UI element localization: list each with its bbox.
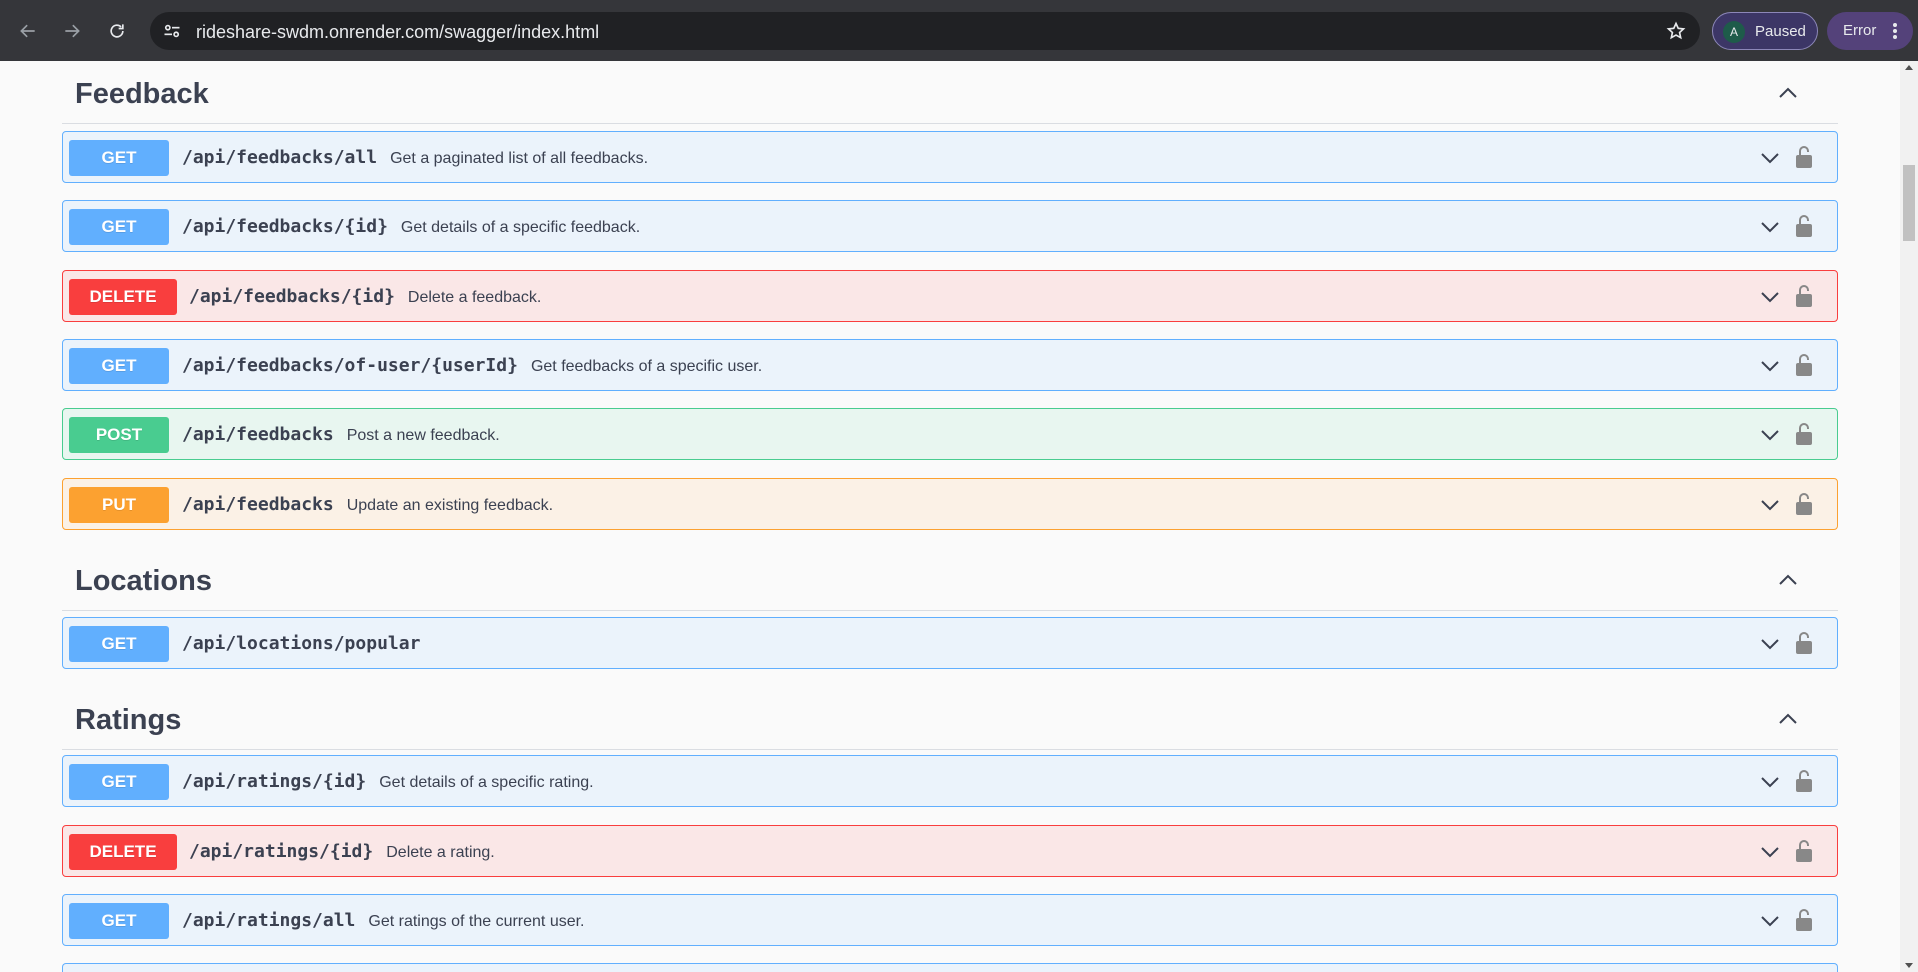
operation-summary: Get ratings of the current user. [368,913,585,930]
operation-summary: Get a paginated list of all feedbacks. [390,150,649,167]
reload-icon[interactable] [103,17,131,45]
operation-summary: Delete a feedback. [407,289,542,306]
operation-get-rating-by-id[interactable]: GET /api/ratings/{id} Get details of a s… [62,755,1838,807]
browser-toolbar: rideshare-swdm.onrender.com/swagger/inde… [0,0,1918,61]
operation-path: /api/ratings/{id} [189,841,374,862]
avatar: A [1723,21,1745,43]
operation-path: /api/feedbacks/{id} [189,286,395,307]
scroll-down-arrow[interactable] [1905,963,1913,968]
method-badge: GET [69,903,169,939]
operation-path: /api/feedbacks/all [182,147,378,168]
lock-icon[interactable] [1794,421,1814,447]
operation-path: /api/feedbacks/{id} [182,216,388,237]
lock-icon[interactable] [1794,491,1814,517]
section-header-feedback[interactable]: Feedback [62,61,1838,124]
lock-icon[interactable] [1794,213,1814,239]
operation-path: /api/feedbacks/of-user/{userId} [182,355,518,376]
chevron-down-icon[interactable] [1758,909,1782,933]
operation-path: /api/feedbacks [182,494,334,515]
chevron-up-icon[interactable] [1776,707,1800,731]
method-badge: GET [69,209,169,245]
method-badge: GET [69,140,169,176]
lock-icon[interactable] [1794,283,1814,309]
operation-summary: Update an existing feedback. [346,497,554,514]
operation-get-feedbacks-of-user[interactable]: GET /api/feedbacks/of-user/{userId} Get … [62,339,1838,391]
method-badge: POST [69,417,169,453]
scrollbar-thumb[interactable] [1903,165,1915,241]
chevron-up-icon[interactable] [1776,81,1800,105]
page-scrollbar[interactable] [1900,61,1918,972]
error-menu-button[interactable]: Error [1827,12,1913,50]
lock-icon[interactable] [1794,630,1814,656]
operation-get-feedback-by-id[interactable]: GET /api/feedbacks/{id} Get details of a… [62,200,1838,252]
method-badge: DELETE [69,279,177,315]
operation-path: /api/locations/popular [182,633,421,654]
operation-delete-feedback[interactable]: DELETE /api/feedbacks/{id} Delete a feed… [62,270,1838,322]
forward-icon[interactable] [58,17,86,45]
section-header-ratings[interactable]: Ratings [62,686,1838,750]
operation-summary: Get feedbacks of a specific user. [530,358,763,375]
site-info-icon[interactable] [162,21,182,41]
method-badge: GET [69,626,169,662]
operation-summary: Get details of a specific feedback. [400,219,641,236]
lock-icon[interactable] [1794,144,1814,170]
chevron-down-icon[interactable] [1758,840,1782,864]
method-badge: DELETE [69,834,177,870]
section-header-locations[interactable]: Locations [62,547,1838,611]
operation-delete-rating[interactable]: DELETE /api/ratings/{id} Delete a rating… [62,825,1838,877]
method-badge: GET [69,348,169,384]
chevron-down-icon[interactable] [1758,285,1782,309]
bookmark-star-icon[interactable] [1666,21,1686,41]
chevron-up-icon[interactable] [1776,568,1800,592]
operation-get-locations-popular[interactable]: GET /api/locations/popular [62,617,1838,669]
operation-put-feedback[interactable]: PUT /api/feedbacks Update an existing fe… [62,478,1838,530]
lock-icon[interactable] [1794,838,1814,864]
operation-path: /api/feedbacks [182,424,334,445]
profile-button[interactable]: A Paused [1712,12,1818,50]
lock-icon[interactable] [1794,907,1814,933]
lock-icon[interactable] [1794,768,1814,794]
section-title: Feedback [75,78,209,110]
chevron-down-icon[interactable] [1758,146,1782,170]
method-badge: PUT [69,487,169,523]
profile-status: Paused [1755,23,1806,40]
chevron-down-icon[interactable] [1758,632,1782,656]
scroll-up-arrow[interactable] [1905,65,1913,70]
operation-summary: Post a new feedback. [346,427,500,444]
operation-get-ratings-all[interactable]: GET /api/ratings/all Get ratings of the … [62,894,1838,946]
back-icon[interactable] [14,17,42,45]
chevron-down-icon[interactable] [1758,770,1782,794]
swagger-content: Feedback GET /api/feedbacks/all Get a pa… [0,61,1900,972]
section-title: Locations [75,565,212,597]
chevron-down-icon[interactable] [1758,493,1782,517]
operation-summary: Get details of a specific rating. [379,774,594,791]
chevron-down-icon[interactable] [1758,423,1782,447]
lock-icon[interactable] [1794,352,1814,378]
operation-get-feedbacks-all[interactable]: GET /api/feedbacks/all Get a paginated l… [62,131,1838,183]
section-title: Ratings [75,704,182,736]
error-label: Error [1843,22,1877,39]
operation-summary: Delete a rating. [386,844,495,861]
chevron-down-icon[interactable] [1758,215,1782,239]
kebab-menu-icon [1893,23,1897,39]
operation-path: /api/ratings/{id} [182,771,367,792]
method-badge: GET [69,764,169,800]
operation-post-feedback[interactable]: POST /api/feedbacks Post a new feedback. [62,408,1838,460]
address-bar[interactable]: rideshare-swdm.onrender.com/swagger/inde… [150,12,1700,50]
url-text[interactable]: rideshare-swdm.onrender.com/swagger/inde… [196,22,599,43]
operation-path: /api/ratings/all [182,910,356,931]
operation-partial[interactable] [62,963,1838,972]
chevron-down-icon[interactable] [1758,354,1782,378]
